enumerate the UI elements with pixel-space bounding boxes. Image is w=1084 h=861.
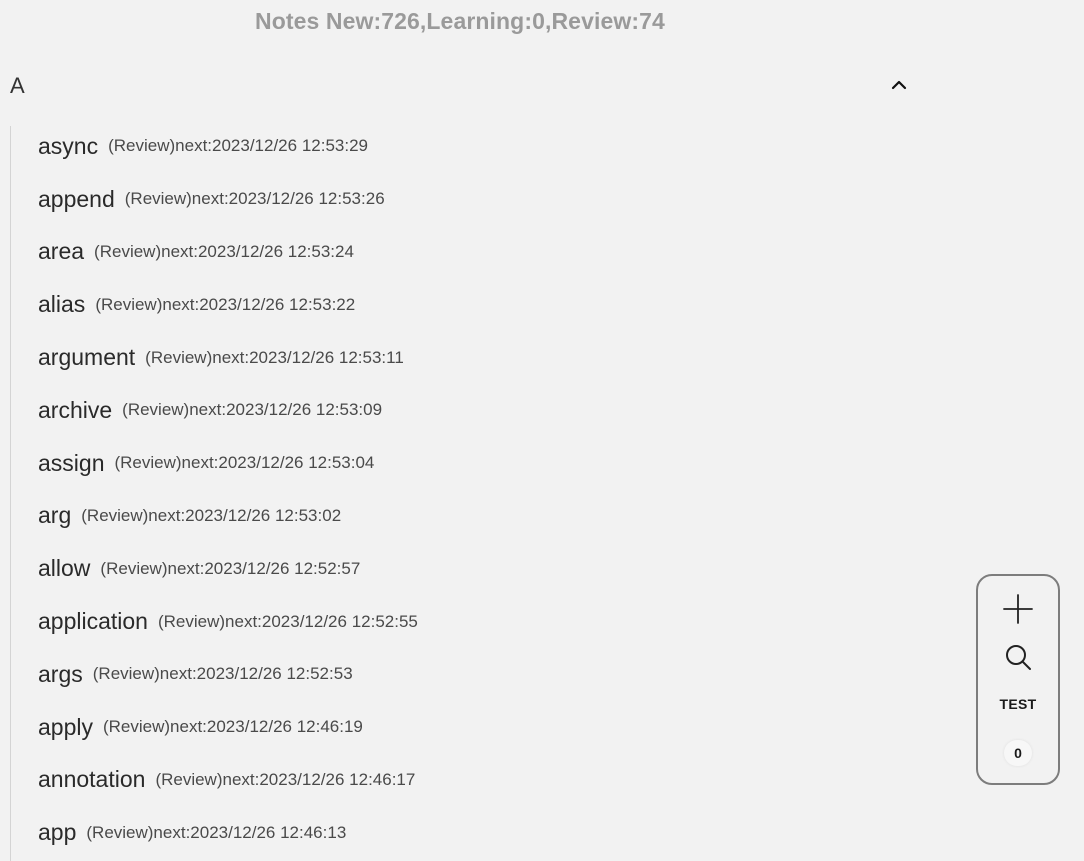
word-text: argument	[38, 344, 136, 371]
word-review-meta: (Review)next:2023/12/26 12:53:09	[122, 400, 383, 420]
word-review-meta: (Review)next:2023/12/26 12:53:04	[114, 453, 375, 473]
word-list-item[interactable]: annotation (Review)next:2023/12/26 12:46:…	[38, 754, 418, 807]
word-list-item[interactable]: append (Review)next:2023/12/26 12:53:26	[38, 173, 418, 226]
word-review-meta: (Review)next:2023/12/26 12:46:19	[102, 717, 363, 737]
word-review-meta: (Review)next:2023/12/26 12:52:55	[157, 611, 418, 631]
word-text: arg	[38, 502, 72, 529]
word-review-meta: (Review)next:2023/12/26 12:53:11	[145, 347, 404, 367]
word-list-item[interactable]: args (Review)next:2023/12/26 12:52:53	[38, 648, 418, 701]
floating-action-panel: TEST 0	[976, 574, 1060, 785]
word-list-item[interactable]: apply (Review)next:2023/12/26 12:46:19	[38, 701, 418, 754]
word-review-meta: (Review)next:2023/12/26 12:52:57	[100, 558, 361, 578]
word-text: application	[38, 608, 148, 635]
chevron-up-icon	[891, 80, 907, 90]
word-text: append	[38, 185, 115, 212]
test-count-badge[interactable]: 0	[1004, 740, 1032, 766]
word-list-item[interactable]: application (Review)next:2023/12/26 12:52…	[38, 595, 418, 648]
group-header-a[interactable]: A	[0, 66, 1084, 108]
word-text: area	[38, 238, 85, 265]
word-list-item[interactable]: area (Review)next:2023/12/26 12:53:24	[38, 226, 418, 279]
search-button[interactable]	[1003, 642, 1033, 672]
test-button[interactable]: TEST	[1000, 696, 1037, 712]
word-review-meta: (Review)next:2023/12/26 12:53:24	[94, 241, 354, 261]
word-text: allow	[38, 555, 91, 582]
search-icon	[1006, 645, 1031, 670]
word-review-meta: (Review)next:2023/12/26 12:53:26	[124, 189, 385, 209]
word-list-item[interactable]: async (Review)next:2023/12/26 12:53:29	[38, 120, 418, 173]
word-text: alias	[38, 291, 86, 318]
list-divider	[10, 126, 11, 861]
plus-icon	[1003, 594, 1033, 624]
word-list-item[interactable]: alias (Review)next:2023/12/26 12:53:22	[38, 278, 418, 331]
word-text: app	[38, 819, 77, 846]
word-list-item[interactable]: allow (Review)next:2023/12/26 12:52:57	[38, 542, 418, 595]
word-text: archive	[38, 396, 113, 423]
word-review-meta: (Review)next:2023/12/26 12:46:17	[155, 769, 416, 789]
notes-page: Notes New:726,Learning:0,Review:74 A asy…	[0, 0, 1084, 861]
word-review-meta: (Review)next:2023/12/26 12:53:22	[95, 294, 356, 314]
word-review-meta: (Review)next:2023/12/26 12:53:29	[108, 136, 368, 156]
notes-stats-header: Notes New:726,Learning:0,Review:74	[255, 8, 665, 34]
group-letter: A	[10, 73, 25, 98]
word-list-item[interactable]: app (Review)next:2023/12/26 12:46:13	[38, 806, 418, 859]
word-text: apply	[38, 713, 93, 740]
word-list-item[interactable]: archive (Review)next:2023/12/26 12:53:09	[38, 384, 418, 437]
word-list-item[interactable]: arg (Review)next:2023/12/26 12:53:02	[38, 490, 418, 543]
word-list-item[interactable]: argument (Review)next:2023/12/26 12:53:11	[38, 331, 418, 384]
collapse-button[interactable]	[884, 70, 914, 100]
word-text: args	[38, 660, 83, 687]
word-text: annotation	[38, 766, 146, 793]
word-list: async (Review)next:2023/12/26 12:53:29 ap…	[38, 120, 418, 859]
word-text: assign	[38, 449, 105, 476]
word-review-meta: (Review)next:2023/12/26 12:46:13	[86, 822, 347, 842]
word-list-item[interactable]: assign (Review)next:2023/12/26 12:53:04	[38, 437, 418, 490]
add-note-button[interactable]	[1001, 592, 1035, 626]
word-text: async	[38, 132, 99, 159]
word-review-meta: (Review)next:2023/12/26 12:52:53	[92, 664, 353, 684]
word-review-meta: (Review)next:2023/12/26 12:53:02	[81, 505, 342, 525]
